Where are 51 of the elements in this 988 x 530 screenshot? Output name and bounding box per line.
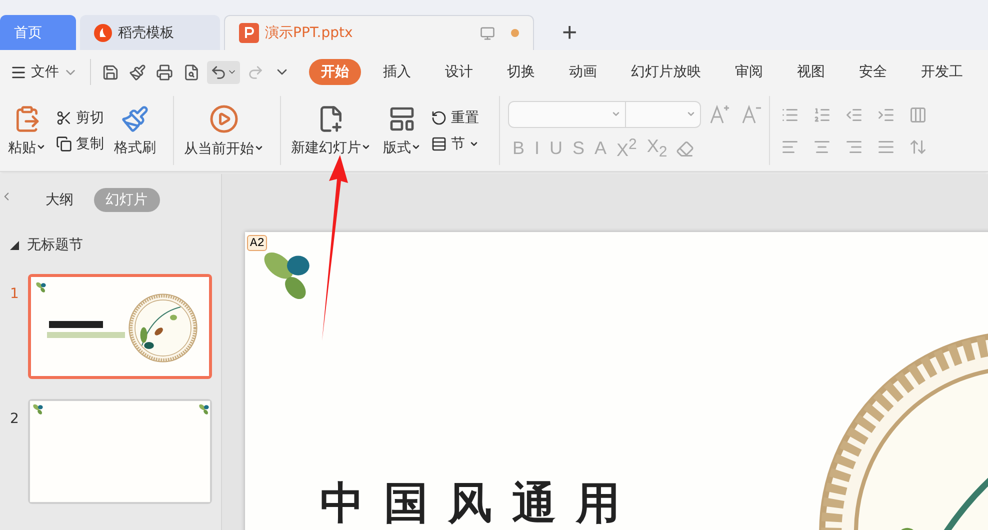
layout-button[interactable]: 版式	[380, 102, 423, 158]
ribbon-tab[interactable]: 审阅	[723, 59, 775, 85]
section-title: 无标题节	[27, 236, 83, 254]
slide-number: 2	[10, 410, 20, 429]
reset-icon	[430, 110, 447, 126]
ribbon-tab[interactable]: 切换	[495, 59, 547, 85]
file-menu[interactable]: 文件	[6, 59, 82, 85]
slide-thumbnail[interactable]	[28, 274, 212, 379]
presentation-file-icon	[239, 23, 259, 43]
ribbon-tab[interactable]: 开发工	[909, 59, 975, 85]
copy-icon	[56, 136, 72, 152]
plate-drawing	[128, 293, 198, 363]
caret-icon	[611, 109, 622, 119]
layout-icon	[388, 104, 416, 132]
section-button[interactable]: 节	[430, 134, 479, 152]
font-name-field[interactable]	[508, 100, 626, 128]
paste-button[interactable]: 粘贴	[6, 102, 48, 158]
leaf-drawing	[198, 403, 210, 415]
ribbon-tab[interactable]: 动画	[557, 59, 609, 85]
slide-number: 1	[10, 285, 20, 304]
play-from-current-button[interactable]: 从当前开始	[182, 102, 266, 160]
leaf-drawing	[35, 281, 47, 293]
ribbon-tab[interactable]: 安全	[847, 59, 899, 85]
section-icon	[430, 136, 447, 152]
slide-title: 中国风通用	[320, 482, 640, 526]
new-slide-button[interactable]: 新建幻灯片	[288, 102, 373, 158]
ribbon-tab[interactable]: 设计	[433, 59, 485, 85]
caret-icon	[686, 109, 696, 119]
flame-logo-icon	[94, 24, 112, 42]
copy-button[interactable]: 复制	[56, 134, 104, 152]
monitor-icon[interactable]	[480, 26, 495, 40]
leaf-drawing	[32, 403, 44, 415]
new-tab-button[interactable]: +	[556, 16, 584, 48]
ribbon-tab[interactable]: 视图	[785, 59, 837, 85]
scissors-icon	[56, 110, 72, 126]
font-size-field[interactable]	[625, 100, 702, 128]
ribbon-tab[interactable]: 幻灯片放映	[619, 59, 713, 85]
comment-marker[interactable]: A2	[247, 235, 268, 251]
slide-canvas[interactable]: A2 中国风通用	[245, 232, 988, 530]
cut-button[interactable]: 剪切	[56, 108, 104, 126]
play-icon	[209, 104, 239, 134]
undo-icon[interactable]	[207, 60, 240, 84]
document-tab[interactable]: 稻壳模板	[80, 15, 220, 50]
view-tab[interactable]: 大纲	[34, 188, 86, 212]
paintbrush-icon	[121, 104, 149, 132]
reset-button[interactable]: 重置	[430, 108, 479, 126]
ribbon-tab[interactable]: 插入	[371, 59, 423, 85]
format-painter-button[interactable]: 格式刷	[112, 102, 158, 158]
unsaved-dot-icon	[511, 29, 519, 37]
expand-triangle-icon[interactable]	[10, 240, 19, 250]
slide-thumbnail[interactable]	[28, 399, 212, 504]
